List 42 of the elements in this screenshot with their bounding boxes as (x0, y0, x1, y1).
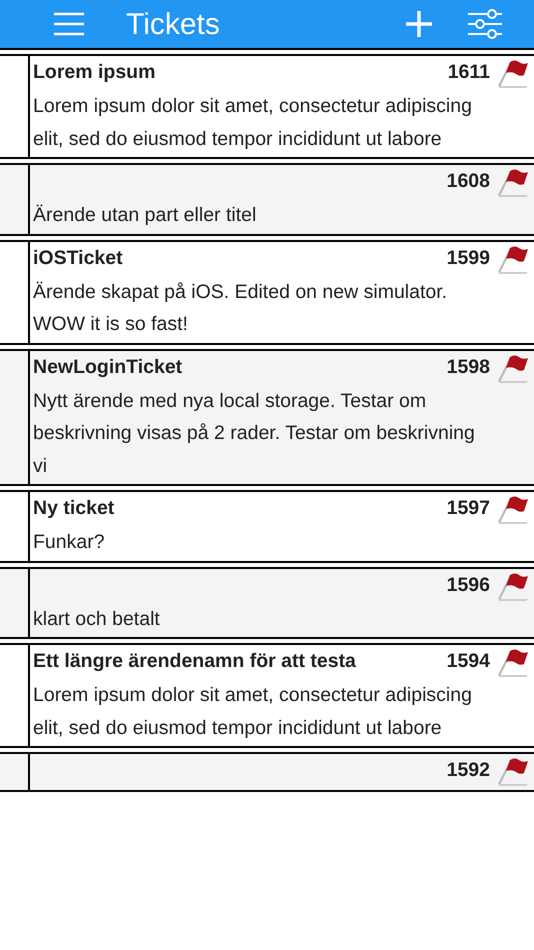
flag-icon (496, 352, 530, 382)
ticket-row[interactable]: 1608 Ärende utan part eller titel (0, 163, 534, 236)
ticket-number: 1611 (448, 60, 490, 86)
sliders-icon (468, 9, 502, 39)
ticket-description: Lorem ipsum dolor sit amet, consectetur adipiscing elit, sed do eiusmod tempor incididunt ut labore (33, 94, 473, 152)
ticket-number: 1598 (446, 354, 490, 380)
menu-icon (54, 12, 84, 36)
page-title: Tickets (126, 6, 221, 42)
ticket-row[interactable]: NewLoginTicket 1598 Nytt ärende med nya local storage. Testar om beskrivning visas på 2 rader. Testar om beskrivning vi (0, 348, 534, 486)
ticket-title: Ny ticket (33, 496, 116, 522)
ticket-description: Funkar? (33, 530, 106, 555)
ticket-title: Ett längre ärendenamn för att testa (33, 649, 357, 674)
ticket-row[interactable]: 1592 (0, 752, 534, 792)
ticket-description: Nytt ärende med nya local storage. Testar om beskrivning visas på 2 rader. Testar om beskrivning vi (33, 388, 476, 478)
add-button[interactable] (404, 9, 434, 39)
ticket-title: NewLoginTicket (33, 354, 184, 380)
flag-icon (496, 167, 530, 197)
ticket-number: 1599 (446, 246, 490, 271)
ticket-title: iOSTicket (33, 246, 124, 271)
ticket-description: Ärende utan part eller titel (33, 203, 258, 228)
ticket-row[interactable]: Ett längre ärendenamn för att testa 1594 Lorem ipsum dolor sit amet, consectetur adipiscing elit, sed do eiusmod tempor incididunt ut labore (0, 643, 534, 748)
flag-icon (496, 244, 530, 274)
ticket-number: 1594 (446, 649, 490, 674)
ticket-row[interactable]: Ny ticket 1597 Funkar? (0, 490, 534, 562)
plus-icon (406, 11, 432, 37)
ticket-row[interactable]: Lorem ipsum 1611 Lorem ipsum dolor sit amet, consectetur adipiscing elit, sed do eiusmod tempor incididunt ut labore (0, 54, 534, 159)
ticket-description: klart och betalt (33, 606, 161, 632)
ticket-title: Lorem ipsum (33, 60, 156, 86)
ticket-row[interactable]: iOSTicket 1599 Ärende skapat på iOS. Edited on new simulator. WOW it is so fast! (0, 240, 534, 344)
ticket-description: Lorem ipsum dolor sit amet, consectetur adipiscing elit, sed do eiusmod tempor incididunt ut labore (33, 683, 473, 740)
flag-icon (496, 756, 530, 786)
filter-button[interactable] (468, 9, 502, 39)
flag-icon (496, 494, 530, 524)
ticket-row[interactable]: 1596 klart och betalt (0, 566, 534, 639)
flag-icon (496, 647, 530, 677)
flag-icon (496, 58, 530, 88)
ticket-number: 1608 (446, 169, 490, 194)
flag-icon (496, 570, 530, 600)
ticket-number: 1592 (446, 758, 490, 784)
ticket-number: 1597 (446, 496, 490, 522)
ticket-number: 1596 (446, 572, 490, 598)
ticket-description: Ärende skapat på iOS. Edited on new simulator. WOW it is so fast! (33, 280, 448, 337)
